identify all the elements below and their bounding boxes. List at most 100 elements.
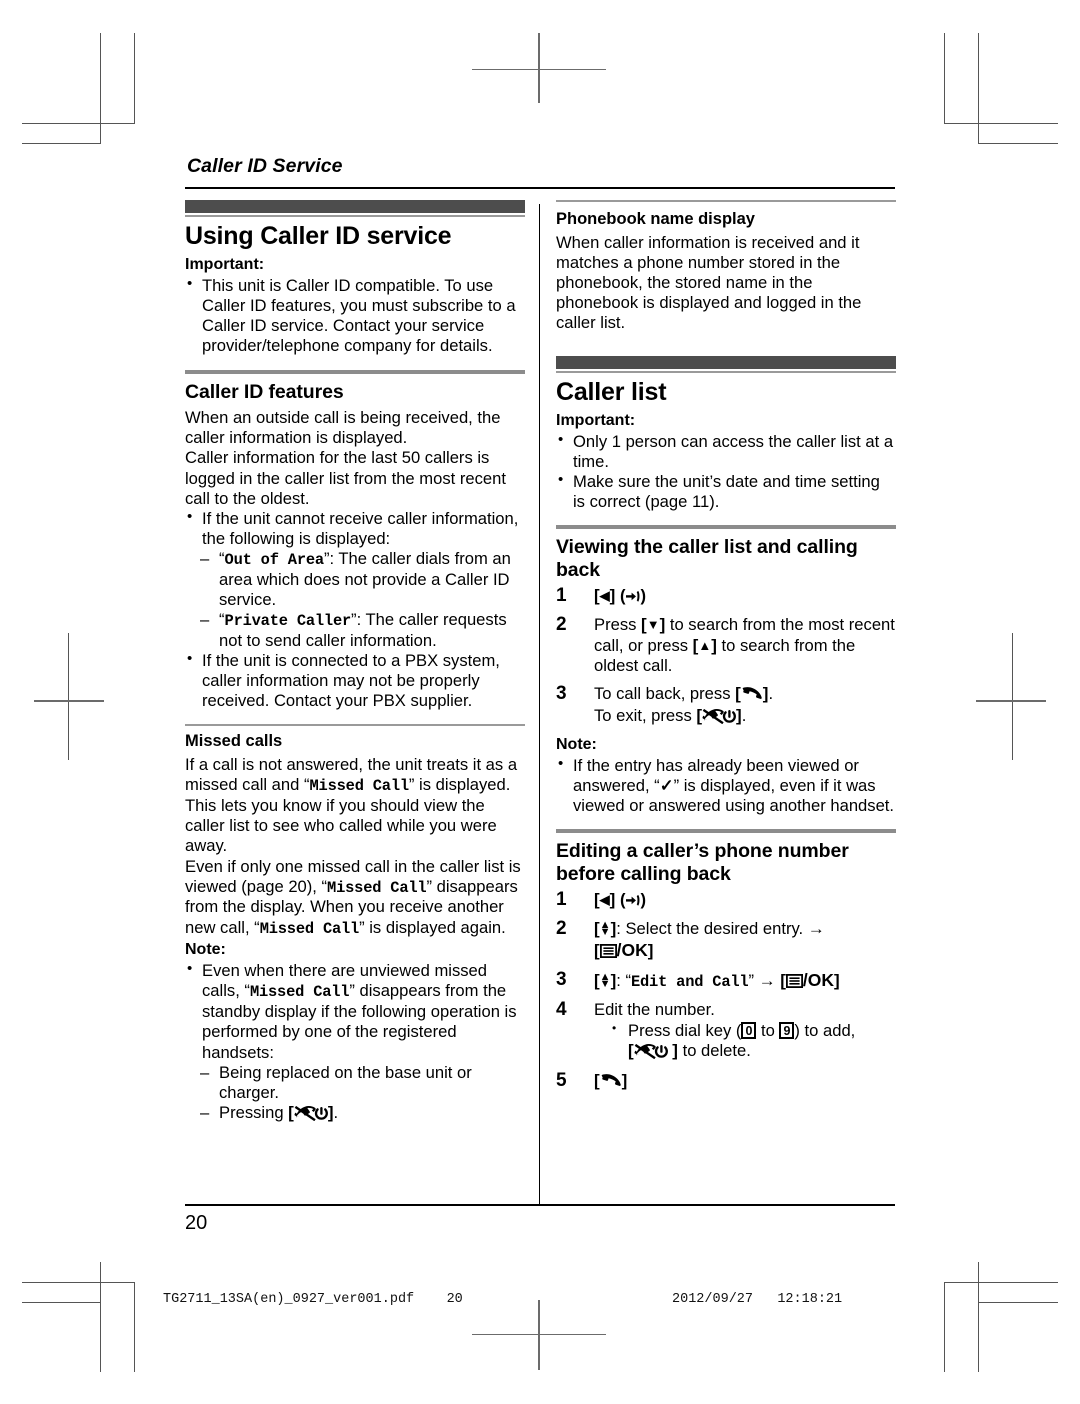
step-text: Edit the number. Press dial key (0 to 9)…	[594, 1000, 896, 1063]
talk-handset-icon	[741, 686, 763, 706]
lcd-string: Missed Call	[309, 777, 410, 796]
divider-rule	[185, 724, 525, 727]
footer-time: 12:18:21	[777, 1292, 843, 1307]
off-hook-power-icon	[634, 1043, 668, 1064]
footer-date: 2012/09/27	[672, 1292, 754, 1307]
check-mark-icon: ✓	[659, 776, 674, 796]
left-arrow-key: [◀]	[594, 890, 616, 910]
important-label: Important:	[556, 411, 636, 429]
ok-label: /OK	[802, 970, 835, 991]
step-text: []	[594, 1071, 627, 1090]
subsection-viewing-caller-list: Viewing the caller list and calling back	[556, 536, 858, 581]
ok-label: /OK	[616, 940, 648, 961]
off-hook-power-key: [ ]	[628, 1041, 678, 1060]
step-number: 1	[556, 889, 567, 911]
features-para-2: Caller information for the last 50 calle…	[185, 448, 506, 508]
arrow-right-icon: →	[807, 919, 825, 939]
lcd-string: Missed Call	[327, 878, 427, 897]
phonebook-para: When caller information is received and …	[556, 232, 862, 333]
off-hook-power-key: []	[696, 706, 741, 725]
registration-mark-left-v	[68, 633, 69, 760]
subsection-editing-caller-number: Editing a caller’s phone number before c…	[556, 840, 849, 885]
missed-para-1: If a call is not answered, the unit trea…	[185, 755, 525, 856]
divider-rule	[556, 525, 896, 530]
note-list: Even when there are unviewed missed call…	[185, 960, 525, 1126]
section-bar	[185, 200, 525, 213]
left-arrow-key: [◀]	[594, 586, 616, 606]
menu-icon	[785, 973, 803, 993]
lcd-string: Missed Call	[259, 919, 360, 938]
section-bar-underline	[556, 370, 896, 373]
print-footer: TG2711_13SA(en)_0927_ver001.pdf 20 2012/…	[0, 1292, 1080, 1316]
crop-mark-bottom-left-h	[22, 1282, 135, 1283]
step-text: To call back, press []. To exit, press []…	[594, 684, 773, 725]
step-number: 2	[556, 918, 567, 940]
crop-mark-top-right-v	[978, 33, 979, 143]
ring-icon	[625, 588, 641, 608]
subsection-missed-calls: Missed calls	[185, 732, 283, 751]
list-item: Press dial key (0 to 9) to add,[ ] to de…	[594, 1021, 896, 1064]
crop-mark-top-left-v2	[134, 33, 135, 123]
text: Edit the number.	[594, 1000, 715, 1020]
procedure-step: 5 []	[556, 1069, 896, 1093]
arrow-right-icon: →	[758, 971, 776, 991]
up-arrow-key: [▲]	[692, 635, 717, 655]
up-down-icon: ▲ ▼	[599, 971, 611, 991]
off-hook-power-icon	[702, 708, 736, 729]
procedure-step: 1 [◀] ()	[556, 585, 896, 608]
step-text: [▲ ▼]: “Edit and Call” → [/OK]	[594, 970, 840, 993]
off-hook-power-key: []	[288, 1103, 333, 1122]
procedure-step: 2 Press [▼] to search from the most rece…	[556, 614, 896, 676]
registration-mark-right-v	[1012, 633, 1013, 760]
text: ” is displayed again.	[359, 917, 506, 937]
section-title-caller-list: Caller list	[556, 377, 667, 406]
body-columns: Using Caller ID service Important: This …	[185, 200, 897, 1204]
step-text: [◀] ()	[594, 890, 646, 909]
footer-filename: TG2711_13SA(en)_0927_ver001.pdf	[163, 1292, 415, 1307]
list-item: Being replaced on the base unit or charg…	[185, 1063, 525, 1103]
dial-key-0: 0	[741, 1021, 757, 1039]
section-title-using-caller-id: Using Caller ID service	[185, 222, 452, 250]
ring-indicator-key: ()	[620, 890, 646, 909]
crop-mark-top-right-v2	[944, 33, 945, 123]
step-text: [▲ ▼]: Select the desired entry. → [/OK]	[594, 919, 825, 960]
text: ) to add,	[794, 1020, 856, 1040]
step-number: 5	[556, 1069, 567, 1091]
lcd-string: Private Caller	[224, 612, 352, 631]
list-item: If the unit is connected to a PBX system…	[185, 650, 525, 711]
list-item: Only 1 person can access the caller list…	[556, 431, 896, 472]
text: ”	[748, 971, 759, 991]
text: .	[333, 1102, 339, 1122]
list-item: “Private Caller”: The caller requests no…	[185, 610, 525, 651]
crop-mark-top-left-v	[100, 33, 101, 143]
list-item: If the entry has already been viewed or …	[556, 755, 896, 816]
page-number: 20	[185, 1212, 208, 1234]
menu-ok-key: [/OK]	[594, 940, 653, 961]
subsection-caller-id-features: Caller ID features	[185, 380, 344, 403]
section-bar	[556, 355, 896, 369]
lcd-string: Out of Area	[224, 551, 325, 570]
procedure-step: 3 To call back, press []. To exit, press …	[556, 683, 896, 729]
crop-mark-bottom-left-v	[100, 1262, 101, 1372]
procedure-step: 2 [▲ ▼]: Select the desired entry. → [/OK]	[556, 918, 896, 963]
procedure-step: 3 [▲ ▼]: “Edit and Call” → [/OK]	[556, 969, 896, 993]
features-list: If the unit cannot receive caller inform…	[185, 508, 525, 712]
page-header: Caller ID Service	[185, 155, 895, 189]
document-page: Caller ID Service Using Caller ID servic…	[0, 0, 1080, 1404]
registration-mark-right-h	[976, 700, 1046, 702]
list-item: This unit is Caller ID compatible. To us…	[185, 275, 525, 357]
text: Pressing	[219, 1102, 289, 1122]
down-arrow-key: [▼]	[641, 615, 666, 635]
registration-mark-top-v	[538, 33, 540, 103]
footer-page: 20	[446, 1292, 463, 1307]
important-list: This unit is Caller ID compatible. To us…	[185, 275, 525, 357]
talk-key: []	[594, 1071, 627, 1090]
dial-key-9: 9	[779, 1021, 795, 1039]
text: Press dial key (	[628, 1020, 742, 1040]
crop-mark-top-left-h2	[22, 143, 101, 144]
step-number: 3	[556, 969, 567, 991]
important-list: Only 1 person can access the caller list…	[556, 431, 896, 513]
lcd-string: Missed Call	[249, 983, 350, 1002]
procedure-step: 1 [◀] ()	[556, 889, 896, 912]
